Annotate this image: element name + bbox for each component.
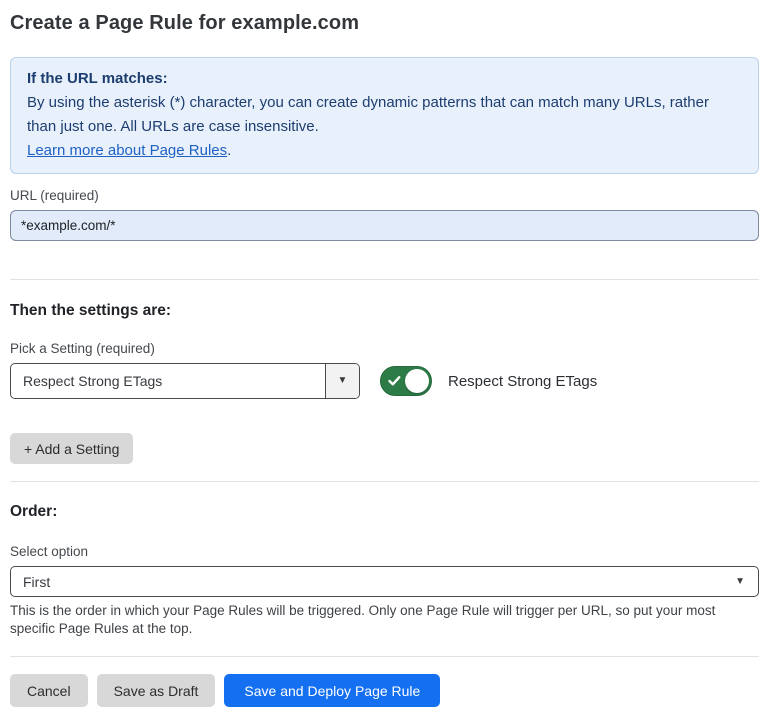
info-box-link-line: Learn more about Page Rules. xyxy=(27,139,742,163)
caret-down-icon[interactable]: ▼ xyxy=(325,364,359,398)
url-match-info-box: If the URL matches: By using the asteris… xyxy=(10,57,759,174)
save-deploy-button[interactable]: Save and Deploy Page Rule xyxy=(224,674,440,707)
url-label: URL (required) xyxy=(10,187,759,204)
page-title: Create a Page Rule for example.com xyxy=(10,10,759,36)
divider xyxy=(10,656,759,657)
toggle-label: Respect Strong ETags xyxy=(448,373,597,390)
setting-select[interactable]: Respect Strong ETags ▼ xyxy=(10,363,360,399)
divider xyxy=(10,481,759,482)
order-select-value: First xyxy=(11,574,722,590)
caret-down-icon: ▼ xyxy=(722,577,758,587)
pick-setting-label: Pick a Setting (required) xyxy=(10,340,759,357)
setting-toggle[interactable] xyxy=(380,366,432,396)
check-icon xyxy=(388,376,401,387)
info-box-heading: If the URL matches: xyxy=(27,67,742,91)
create-page-rule-form: Create a Page Rule for example.com If th… xyxy=(0,10,769,707)
divider xyxy=(10,279,759,280)
link-period: . xyxy=(227,142,231,159)
cancel-button[interactable]: Cancel xyxy=(10,674,88,707)
setting-select-value: Respect Strong ETags xyxy=(11,373,325,389)
save-draft-button[interactable]: Save as Draft xyxy=(97,674,216,707)
url-input[interactable] xyxy=(10,210,759,241)
setting-row: Respect Strong ETags ▼ Respect Strong ET… xyxy=(10,363,759,399)
order-select[interactable]: First ▼ xyxy=(10,566,759,597)
settings-section-heading: Then the settings are: xyxy=(10,301,759,320)
order-select-label: Select option xyxy=(10,543,759,560)
order-section-heading: Order: xyxy=(10,502,759,521)
toggle-knob xyxy=(405,369,429,393)
footer-actions: Cancel Save as Draft Save and Deploy Pag… xyxy=(10,674,759,707)
info-box-body: By using the asterisk (*) character, you… xyxy=(27,91,742,139)
add-setting-button[interactable]: + Add a Setting xyxy=(10,433,133,464)
learn-more-link[interactable]: Learn more about Page Rules xyxy=(27,142,227,159)
order-help-text: This is the order in which your Page Rul… xyxy=(10,602,754,638)
